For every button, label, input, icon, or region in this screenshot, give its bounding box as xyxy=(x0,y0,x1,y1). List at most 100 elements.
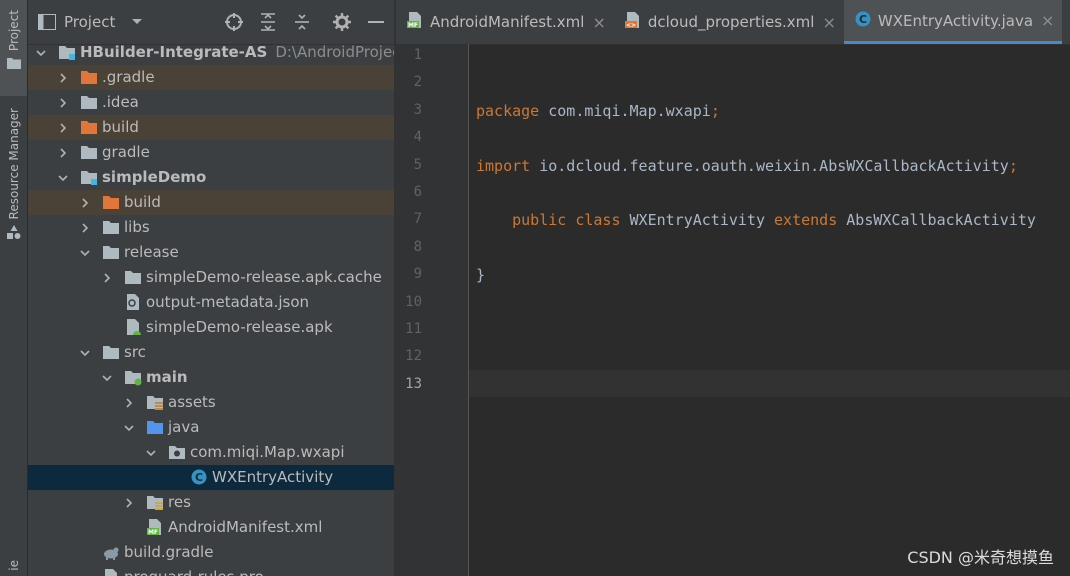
resource-manager-tool-tab[interactable]: Resource Manager xyxy=(0,104,27,254)
tree-item[interactable]: simpleDemo-release.apk xyxy=(28,315,394,340)
editor-tab[interactable]: C WXEntryActivity.java × xyxy=(843,0,1063,44)
code-line[interactable]: public class WXEntryActivity extends Abs… xyxy=(476,210,1036,237)
module-folder-icon xyxy=(81,171,97,185)
code-keyword: ; xyxy=(710,101,720,120)
code-editor[interactable]: package com.miqi.Map.wxapi; import io.dcl… xyxy=(469,44,1070,576)
code-token: io.dcloud.feature.oauth.weixin.AbsWXCall… xyxy=(530,156,1009,175)
settings-button[interactable] xyxy=(332,12,352,32)
line-number: 8 xyxy=(413,238,422,255)
collapse-all-button[interactable] xyxy=(292,12,312,32)
chevron-down-icon xyxy=(146,449,156,456)
tree-item[interactable]: C WXEntryActivity xyxy=(28,465,394,490)
hide-panel-button[interactable] xyxy=(366,12,386,32)
code-line[interactable]: } xyxy=(476,265,485,292)
editor-tab[interactable]: MF AndroidManifest.xml × xyxy=(396,0,614,44)
bottom-tool-tab[interactable]: ie xyxy=(0,560,27,576)
tree-toggle[interactable] xyxy=(100,365,114,390)
tree-item[interactable]: src xyxy=(28,340,394,365)
tree-item[interactable]: assets xyxy=(28,390,394,415)
tree-toggle[interactable] xyxy=(56,140,70,165)
tree-toggle[interactable] xyxy=(100,265,114,290)
tree-item[interactable]: build xyxy=(28,115,394,140)
project-panel: Project HBuilder-Integrate-AS D:\AndroidP… xyxy=(28,0,394,576)
tree-item-label: proguard-rules.pro xyxy=(124,565,264,576)
tree-item[interactable]: simpleDemo-release.apk.cache xyxy=(28,265,394,290)
folder-excluded-icon xyxy=(81,121,97,134)
expand-all-icon xyxy=(261,13,275,31)
tree-item-icon xyxy=(124,293,142,311)
chevron-right-icon xyxy=(104,272,111,283)
tree-item-label: build xyxy=(124,190,161,215)
tree-item[interactable]: libs xyxy=(28,215,394,240)
tree-item[interactable]: java xyxy=(28,415,394,440)
tree-item-label: com.miqi.Map.wxapi xyxy=(190,440,345,465)
tree-item[interactable]: res xyxy=(28,490,394,515)
tree-item-label: HBuilder-Integrate-AS D:\AndroidProject\ xyxy=(80,40,394,65)
tree-toggle[interactable] xyxy=(56,165,70,190)
tree-toggle[interactable] xyxy=(144,440,158,465)
tree-item-icon xyxy=(80,68,98,86)
tree-toggle[interactable] xyxy=(56,65,70,90)
chevron-right-icon xyxy=(60,147,67,158)
tree-item[interactable]: release xyxy=(28,240,394,265)
tree-item[interactable]: simpleDemo xyxy=(28,165,394,190)
locate-file-button[interactable] xyxy=(224,12,244,32)
tree-toggle[interactable] xyxy=(78,340,92,365)
tree-item[interactable]: proguard-rules.pro xyxy=(28,565,394,576)
close-icon[interactable]: × xyxy=(822,13,835,32)
tree-item-label: res xyxy=(168,490,191,515)
tree-item[interactable]: .gradle xyxy=(28,65,394,90)
code-token: } xyxy=(476,266,486,285)
project-view-selector[interactable]: Project xyxy=(38,13,143,31)
tree-item-name: libs xyxy=(124,218,150,236)
java-class-icon: C xyxy=(191,469,207,485)
tree-item[interactable]: gradle xyxy=(28,140,394,165)
tree-item-icon xyxy=(102,218,120,236)
chevron-down-icon xyxy=(102,374,112,381)
tree-item-name: .gradle xyxy=(102,68,155,86)
tree-toggle[interactable] xyxy=(78,215,92,240)
tree-toggle[interactable] xyxy=(56,90,70,115)
tree-item-name: release xyxy=(124,243,179,261)
tree-item[interactable]: com.miqi.Map.wxapi xyxy=(28,440,394,465)
tree-item[interactable]: build.gradle xyxy=(28,540,394,565)
tree-item[interactable]: MF AndroidManifest.xml xyxy=(28,515,394,540)
project-tree: HBuilder-Integrate-AS D:\AndroidProject\.… xyxy=(28,40,394,576)
tree-item[interactable]: main xyxy=(28,365,394,390)
line-number: 4 xyxy=(413,129,422,146)
tree-item-icon xyxy=(146,393,164,411)
tree-item-label: build xyxy=(102,115,139,140)
tree-item-name: assets xyxy=(168,393,216,411)
tree-toggle[interactable] xyxy=(122,390,136,415)
code-line[interactable]: package com.miqi.Map.wxapi; xyxy=(476,101,720,128)
tree-item[interactable]: output-metadata.json xyxy=(28,290,394,315)
tree-toggle[interactable] xyxy=(78,190,92,215)
chevron-down-icon xyxy=(36,49,46,56)
tree-item-name: res xyxy=(168,493,191,511)
tree-item[interactable]: build xyxy=(28,190,394,215)
close-icon[interactable]: × xyxy=(592,13,605,32)
tree-toggle[interactable] xyxy=(78,240,92,265)
close-icon[interactable]: × xyxy=(1041,11,1054,30)
gradle-file-icon xyxy=(104,547,119,560)
tree-item-icon xyxy=(124,368,142,386)
tree-item[interactable]: HBuilder-Integrate-AS D:\AndroidProject\ xyxy=(28,40,394,65)
tree-toggle[interactable] xyxy=(56,115,70,140)
chevron-down-icon xyxy=(132,19,143,24)
tree-toggle[interactable] xyxy=(34,40,48,65)
resources-folder-icon xyxy=(147,496,163,510)
tree-toggle[interactable] xyxy=(122,490,136,515)
tree-item[interactable]: .idea xyxy=(28,90,394,115)
tree-toggle[interactable] xyxy=(122,415,136,440)
tree-item-icon xyxy=(124,268,142,286)
svg-text:C: C xyxy=(195,471,203,484)
code-line[interactable]: import io.dcloud.feature.oauth.weixin.Ab… xyxy=(476,156,1018,183)
line-number: 9 xyxy=(413,266,422,283)
editor-tab-icon: MF xyxy=(406,11,424,33)
project-tool-tab[interactable]: Project xyxy=(0,0,27,96)
expand-all-button[interactable] xyxy=(258,12,278,32)
editor-tab[interactable]: <> dcloud_properties.xml × xyxy=(614,0,844,44)
tree-item-label: gradle xyxy=(102,140,150,165)
folder-icon xyxy=(103,346,119,359)
resource-manager-icon xyxy=(6,225,20,240)
